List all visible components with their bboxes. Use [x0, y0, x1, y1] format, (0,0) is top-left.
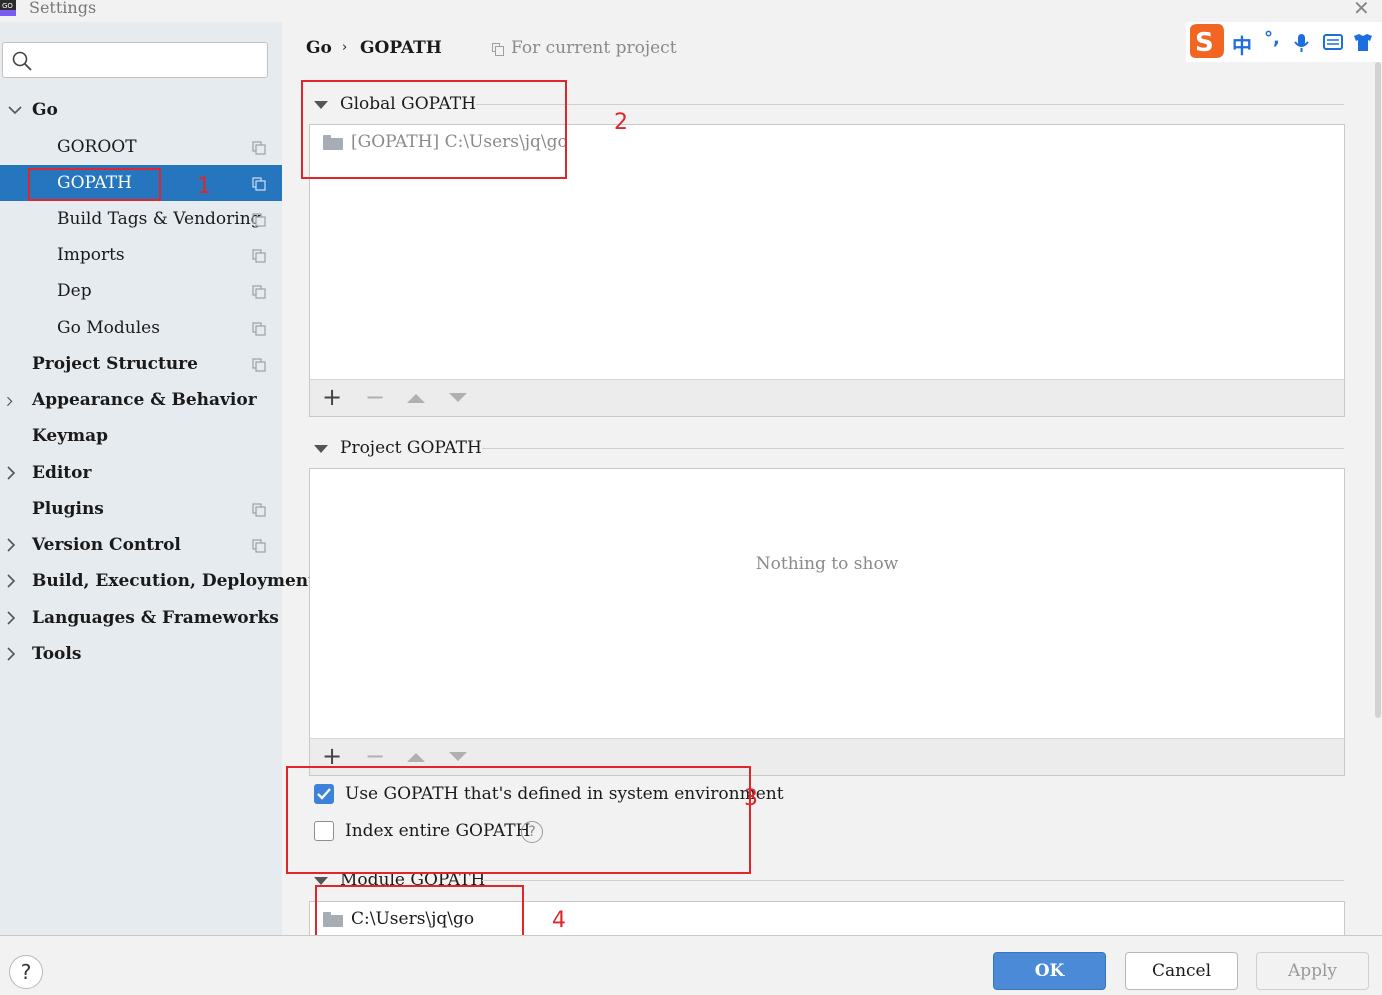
annotation-number: 1 — [197, 174, 211, 199]
project-scope-icon — [252, 141, 266, 155]
chevron-right-icon — [7, 647, 16, 661]
project-gopath-list[interactable]: Nothing to show — [309, 468, 1345, 739]
sidebar-item-label: Go Modules — [57, 318, 160, 338]
project-scope-icon — [252, 213, 266, 227]
search-input[interactable] — [2, 42, 268, 78]
sidebar-item-label: Project Structure — [32, 354, 198, 374]
ime-mode-label[interactable]: 中 — [1232, 30, 1252, 59]
chevron-right-icon — [7, 611, 16, 625]
sidebar-item-build-tags[interactable]: Build Tags & Vendoring — [0, 201, 282, 237]
project-scope-icon — [252, 177, 266, 191]
annotation-number: 4 — [552, 908, 566, 933]
sidebar-item-go[interactable]: Go — [0, 92, 282, 128]
sidebar-item-appearance-behavior[interactable]: Appearance & Behavior — [0, 382, 282, 418]
sidebar-item-label: GOROOT — [57, 137, 137, 157]
sidebar-item-label: Go — [32, 100, 58, 120]
chevron-down-icon — [8, 106, 22, 115]
cancel-button[interactable]: Cancel — [1125, 952, 1238, 990]
collapse-triangle-icon[interactable] — [314, 445, 328, 453]
scrollbar[interactable] — [1375, 62, 1381, 718]
sidebar-item-keymap[interactable]: Keymap — [0, 418, 282, 454]
project-scope-icon — [492, 43, 504, 56]
sidebar-item-label: Build Tags & Vendoring — [57, 209, 262, 229]
remove-button[interactable]: − — [365, 383, 385, 411]
breadcrumb-parent[interactable]: Go — [306, 38, 332, 58]
sidebar-item-label: Languages & Frameworks — [32, 608, 279, 628]
sidebar-item-languages-frameworks[interactable]: Languages & Frameworks — [0, 600, 282, 636]
annotation-number: 3 — [744, 786, 758, 811]
breadcrumb-separator: › — [342, 40, 348, 55]
sidebar-item-label: Tools — [32, 644, 82, 664]
sidebar-item-label: Imports — [57, 245, 125, 265]
add-button[interactable]: + — [322, 383, 342, 411]
empty-list-text: Nothing to show — [755, 554, 899, 574]
section-divider — [482, 880, 1344, 881]
scope-hint: For current project — [511, 38, 677, 58]
title-bar — [0, 0, 1382, 22]
sidebar-item-label: Build, Execution, Deployment — [32, 571, 316, 591]
list-toolbar: + − — [309, 379, 1345, 417]
project-gopath-title: Project GOPATH — [340, 438, 482, 458]
chevron-right-icon — [7, 396, 13, 407]
sidebar-item-imports[interactable]: Imports — [0, 237, 282, 273]
sogou-logo-icon[interactable]: S — [1190, 24, 1224, 58]
sidebar-item-label: Plugins — [32, 499, 104, 519]
annotation-box — [315, 885, 524, 942]
move-up-icon[interactable] — [407, 393, 425, 403]
sidebar-item-label: Dep — [57, 281, 92, 301]
sidebar-item-label: Version Control — [32, 535, 181, 555]
sidebar-item-version-control[interactable]: Version Control — [0, 527, 282, 563]
move-down-icon[interactable] — [449, 393, 467, 403]
chevron-right-icon — [7, 538, 16, 552]
sidebar-item-dep[interactable]: Dep — [0, 273, 282, 309]
move-up-icon[interactable] — [407, 752, 425, 762]
close-icon[interactable]: ✕ — [1353, 0, 1370, 20]
help-button[interactable]: ? — [9, 955, 43, 989]
sidebar-item-editor[interactable]: Editor — [0, 455, 282, 491]
chevron-right-icon — [7, 466, 16, 480]
collapse-triangle-icon[interactable] — [314, 877, 328, 885]
sidebar-item-plugins[interactable]: Plugins — [0, 491, 282, 527]
apply-button[interactable]: Apply — [1256, 952, 1369, 990]
ime-punct-label[interactable]: °, — [1264, 28, 1280, 49]
sidebar-item-label: Keymap — [32, 426, 108, 446]
project-scope-icon — [252, 285, 266, 299]
sidebar-item-label: Appearance & Behavior — [32, 390, 257, 410]
project-scope-icon — [252, 358, 266, 372]
sidebar-item-tools[interactable]: Tools — [0, 636, 282, 672]
annotation-number: 2 — [614, 110, 628, 135]
project-scope-icon — [252, 503, 266, 517]
ok-button[interactable]: OK — [993, 952, 1106, 990]
window-title: Settings — [29, 0, 97, 17]
svg-text:S: S — [1195, 28, 1214, 58]
sidebar-item-label: Editor — [32, 463, 92, 483]
move-down-icon[interactable] — [449, 752, 467, 762]
chevron-right-icon — [7, 574, 16, 588]
annotation-box — [286, 766, 751, 874]
project-scope-icon — [252, 539, 266, 553]
sidebar-item-project-structure[interactable]: Project Structure — [0, 346, 282, 382]
page-title: GOPATH — [360, 38, 442, 58]
project-scope-icon — [252, 249, 266, 263]
project-scope-icon — [252, 322, 266, 336]
annotation-box — [301, 80, 567, 179]
sidebar-item-go-modules[interactable]: Go Modules — [0, 310, 282, 346]
search-icon — [12, 51, 32, 71]
sidebar-item-build-execution-deployment[interactable]: Build, Execution, Deployment — [0, 563, 316, 599]
annotation-box — [28, 168, 161, 201]
sidebar-item-goroot[interactable]: GOROOT — [0, 129, 282, 165]
section-divider — [476, 104, 1344, 105]
goland-app-icon: GO — [0, 0, 16, 16]
svg-text:GO: GO — [2, 2, 13, 10]
ime-toolbar: S — [1186, 22, 1382, 62]
section-divider — [482, 448, 1344, 449]
